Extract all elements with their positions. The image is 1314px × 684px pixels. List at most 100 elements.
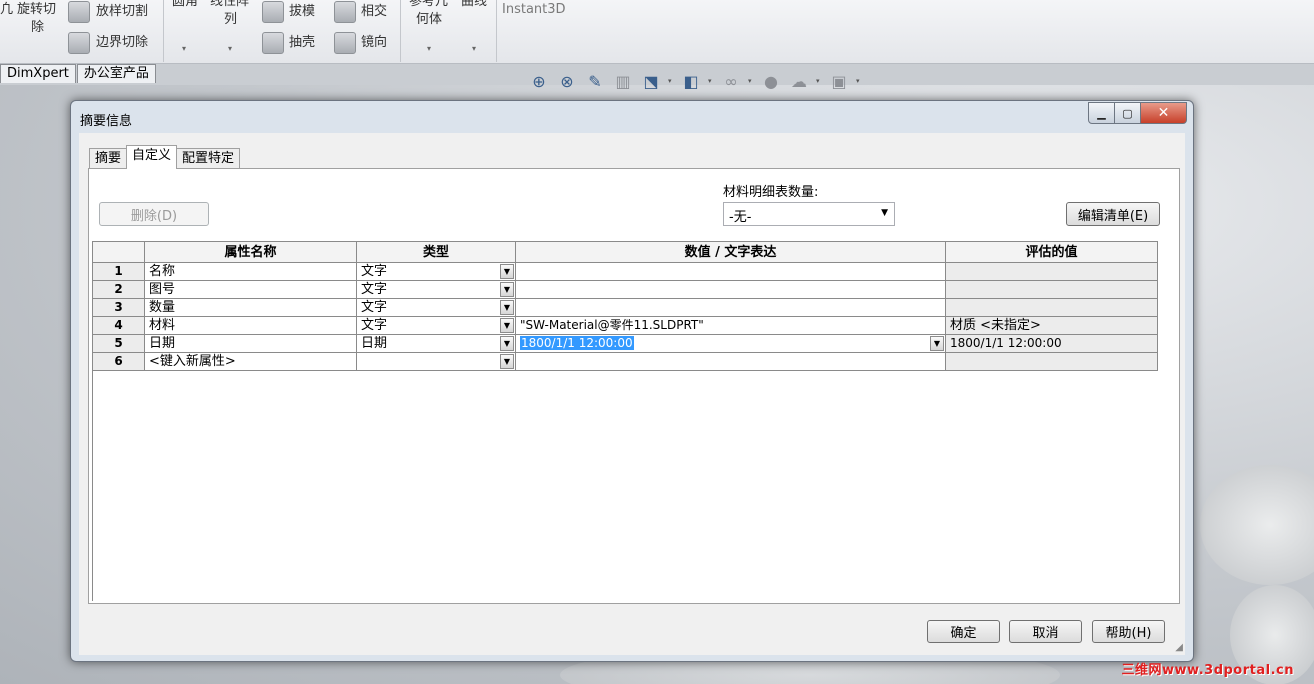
instant3d-button[interactable]: Instant3D [502,2,566,18]
table-row: 4 材料 文字 ▼ "SW-Material@零件11.SLDPRT" 材质 <未… [92,317,1158,335]
display-style-icon[interactable]: ◧ [680,70,702,92]
zoom-to-fit-icon[interactable]: ⊕ [528,70,550,92]
column-header-value[interactable]: 数值 / 文字表达 [516,241,946,263]
tab-dimxpert[interactable]: DimXpert [0,64,76,83]
chevron-down-icon[interactable]: ▼ [930,336,944,351]
row-number[interactable]: 1 [92,263,145,281]
dialog-titlebar[interactable]: 摘要信息 ▁ ▢ ✕ [71,101,1193,133]
value-cell[interactable] [516,299,946,317]
property-name-cell[interactable]: 名称 [145,263,357,281]
tab-configuration-specific[interactable]: 配置特定 [176,148,241,169]
evaluated-value-cell [946,353,1158,371]
view-orientation-dropdown-icon[interactable]: ▾ [668,77,674,85]
view-settings-dropdown-icon[interactable]: ▾ [856,77,862,85]
bom-quantity-label: 材料明细表数量: [723,185,819,200]
curves-button[interactable]: 曲线 ▾ [458,0,494,60]
row-number[interactable]: 5 [92,335,145,353]
mirror-button[interactable]: 镜向 [332,32,396,56]
tab-office-products[interactable]: 办公室产品 [76,64,156,83]
linear-pattern-button[interactable]: 线性阵 列 ▾ [206,0,258,60]
shell-button[interactable]: 抽壳 [260,32,324,56]
ok-button[interactable]: 确定 [927,620,1000,643]
draft-label: 拔模 [289,4,316,19]
type-cell[interactable]: 文字 ▼ [357,299,516,317]
column-header-type[interactable]: 类型 [357,241,516,263]
type-value: 文字 [361,282,388,297]
property-name-cell[interactable]: 数量 [145,299,357,317]
shell-label: 抽壳 [289,35,316,50]
type-value: 文字 [361,264,388,279]
hide-show-icon[interactable]: ∞ [720,70,742,92]
value-cell[interactable]: "SW-Material@零件11.SLDPRT" [516,317,946,335]
property-name-cell[interactable]: 图号 [145,281,357,299]
type-cell[interactable]: 日期 ▼ [357,335,516,353]
window-controls: ▁ ▢ ✕ [1088,102,1187,124]
command-manager-ribbon: 凢 旋转切 除 放样切割 边界切除 圆角 ▾ 线性阵 列 ▾ 拔模 抽壳 相交 … [0,0,1314,64]
reference-geometry-button[interactable]: 参考几 何体 ▾ [405,0,457,60]
zoom-area-icon[interactable]: ⊗ [556,70,578,92]
grid-left-border [92,241,93,601]
chevron-down-icon[interactable]: ▼ [500,318,514,333]
summary-info-dialog: 摘要信息 ▁ ▢ ✕ 摘要 自定义 配置特定 删除(D) 材料明细表数量: -无… [70,100,1194,662]
maximize-button[interactable]: ▢ [1115,102,1141,124]
loft-cut-button[interactable]: 放样切割 [66,0,162,24]
row-number[interactable]: 3 [92,299,145,317]
evaluated-value-cell: 1800/1/1 12:00:00 [946,335,1158,353]
apply-scene-dropdown-icon[interactable]: ▾ [816,77,822,85]
bom-quantity-select[interactable]: -无- ▼ [723,202,895,226]
watermark: 三维网www.3dportal.cn [1121,663,1294,678]
chevron-down-icon[interactable]: ▼ [500,282,514,297]
value-cell[interactable] [516,281,946,299]
boundary-cut-button[interactable]: 边界切除 [66,32,162,56]
intersect-button[interactable]: 相交 [332,0,396,24]
value-cell-editing[interactable]: 1800/1/1 12:00:00 ▼ [516,335,946,353]
help-button[interactable]: 帮助(H) [1092,620,1165,643]
minimize-button[interactable]: ▁ [1088,102,1115,124]
row-number[interactable]: 2 [92,281,145,299]
type-cell[interactable]: 文字 ▼ [357,281,516,299]
cancel-button[interactable]: 取消 [1009,620,1082,643]
loft-cut-label: 放样切割 [96,4,149,19]
delete-button[interactable]: 删除(D) [99,202,209,226]
property-name-cell[interactable]: 材料 [145,317,357,335]
previous-view-icon[interactable]: ✎ [584,70,606,92]
chevron-down-icon[interactable]: ▼ [500,336,514,351]
section-view-icon[interactable]: ▥ [612,70,634,92]
new-property-cell[interactable]: <键入新属性> [145,353,357,371]
draft-button[interactable]: 拔模 [260,0,324,24]
type-cell[interactable]: ▼ [357,353,516,371]
minimize-icon: ▁ [1097,106,1106,120]
grid-corner[interactable] [92,241,145,263]
display-style-dropdown-icon[interactable]: ▾ [708,77,714,85]
chevron-down-icon[interactable]: ▼ [500,264,514,279]
tab-summary[interactable]: 摘要 [89,148,128,169]
chevron-down-icon[interactable]: ▼ [500,354,514,369]
chevron-down-icon: ▼ [881,208,888,218]
column-header-evaluated-value[interactable]: 评估的值 [946,241,1158,263]
value-cell[interactable] [516,263,946,281]
intersect-icon [334,1,356,23]
close-button[interactable]: ✕ [1141,102,1187,124]
row-number[interactable]: 4 [92,317,145,335]
chevron-down-icon[interactable]: ▼ [500,300,514,315]
view-settings-icon[interactable]: ▣ [828,70,850,92]
type-cell[interactable]: 文字 ▼ [357,263,516,281]
column-header-property-name[interactable]: 属性名称 [145,241,357,263]
evaluated-value-cell [946,281,1158,299]
table-row: 1 名称 文字 ▼ [92,263,1158,281]
hide-show-dropdown-icon[interactable]: ▾ [748,77,754,85]
revolve-cut-button[interactable]: 旋转切 除 [14,0,62,40]
tab-custom[interactable]: 自定义 [126,145,178,169]
view-orientation-icon[interactable]: ⬔ [640,70,662,92]
apply-scene-icon[interactable]: ☁ [788,70,810,92]
row-number[interactable]: 6 [92,353,145,371]
type-cell[interactable]: 文字 ▼ [357,317,516,335]
edit-appearance-icon[interactable]: ● [760,70,782,92]
linear-pattern-label-2: 列 [224,12,238,27]
fillet-button[interactable]: 圆角 ▾ [168,0,204,60]
value-cell[interactable] [516,353,946,371]
resize-grip-icon[interactable]: ◢ [1175,642,1183,653]
shell-icon [262,32,284,54]
edit-list-button[interactable]: 编辑清单(E) [1066,202,1160,226]
property-name-cell[interactable]: 日期 [145,335,357,353]
